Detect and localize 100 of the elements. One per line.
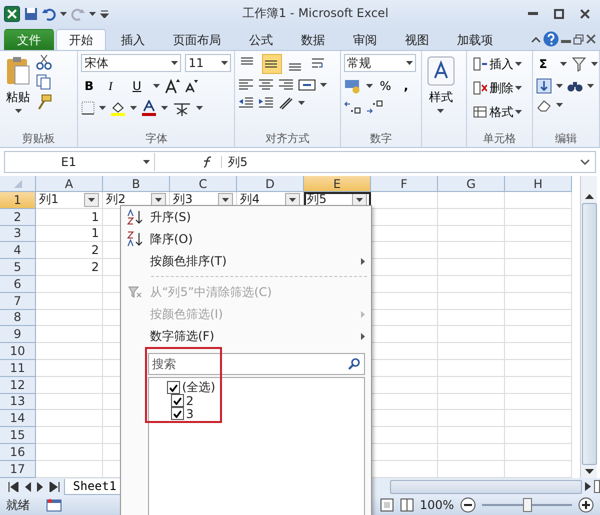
row-header[interactable]: 13 xyxy=(0,394,36,410)
styles-button[interactable]: 样式 xyxy=(424,54,457,115)
page-layout-icon[interactable] xyxy=(380,498,394,512)
copy-icon[interactable] xyxy=(36,74,52,90)
align-center-icon[interactable] xyxy=(258,78,274,92)
ribbon-tab[interactable]: 文件 xyxy=(4,29,54,50)
undo-icon[interactable] xyxy=(42,6,56,20)
percent-button[interactable]: % xyxy=(376,76,397,96)
italic-button[interactable]: I xyxy=(105,76,126,96)
filter-dropdown-button[interactable] xyxy=(352,192,367,207)
ribbon-tab[interactable]: 视图 xyxy=(392,29,442,50)
vertical-align-button[interactable] xyxy=(262,54,282,74)
column-header[interactable]: A xyxy=(36,176,103,192)
row-header[interactable]: 8 xyxy=(0,310,36,326)
text-orientation-icon[interactable] xyxy=(278,96,294,110)
filter-dropdown-button[interactable] xyxy=(84,192,99,207)
ribbon-tab[interactable]: 页面布局 xyxy=(160,29,234,50)
merge-cells-icon[interactable] xyxy=(298,78,316,92)
decrease-decimal-icon[interactable] xyxy=(366,100,384,114)
number-format-field[interactable]: 常规 xyxy=(344,54,416,72)
checkbox[interactable] xyxy=(167,381,180,394)
zoom-slider-thumb[interactable] xyxy=(523,498,532,512)
underline-button[interactable]: U xyxy=(129,76,150,96)
filter-dropdown-button[interactable] xyxy=(218,192,233,207)
ribbon-tab[interactable]: 审阅 xyxy=(340,29,390,50)
shrink-font-icon[interactable] xyxy=(184,79,198,93)
customize-toolbar-icon[interactable] xyxy=(100,10,109,18)
row-header[interactable]: 1 xyxy=(0,192,36,209)
help-icon[interactable] xyxy=(543,31,559,47)
zoom-out-icon[interactable] xyxy=(460,497,476,513)
next-sheet-icon[interactable] xyxy=(36,482,44,492)
sort-filter-icon[interactable] xyxy=(571,56,587,72)
split-handle-icon[interactable] xyxy=(594,480,600,493)
checkbox[interactable] xyxy=(171,394,184,407)
menu-item[interactable]: 降序(O) xyxy=(121,228,371,250)
align-right-icon[interactable] xyxy=(278,78,294,92)
menu-item[interactable]: 升序(S) xyxy=(121,206,371,228)
menu-item[interactable]: 数字筛选(F) xyxy=(121,325,371,347)
scroll-thumb[interactable] xyxy=(582,203,596,465)
checkbox[interactable] xyxy=(171,407,184,420)
row-header[interactable]: 4 xyxy=(0,242,36,260)
insert-cells-button[interactable]: 插入 xyxy=(470,54,526,74)
filter-dropdown-button[interactable] xyxy=(151,192,166,207)
format-cells-button[interactable]: 格式 xyxy=(470,102,526,122)
horizontal-scroll-thumb[interactable] xyxy=(390,480,582,494)
eraser-icon[interactable] xyxy=(536,98,552,112)
row-header[interactable]: 14 xyxy=(0,410,36,428)
macro-record-icon[interactable] xyxy=(46,498,62,512)
row-header[interactable]: 7 xyxy=(0,292,36,310)
column-header[interactable]: B xyxy=(103,176,170,192)
row-header[interactable]: 17 xyxy=(0,460,36,478)
binoculars-icon[interactable] xyxy=(567,79,583,93)
row-header[interactable]: 12 xyxy=(0,376,36,394)
decrease-indent-icon[interactable] xyxy=(238,96,254,110)
page-break-icon[interactable] xyxy=(400,498,414,512)
menu-item[interactable]: 按颜色排序(T) xyxy=(121,250,371,272)
comma-style-button[interactable]: , xyxy=(400,76,421,96)
row-header[interactable]: 6 xyxy=(0,276,36,293)
collapse-ribbon-icon[interactable] xyxy=(531,37,541,43)
column-header[interactable]: G xyxy=(438,176,505,192)
paste-button[interactable]: 粘贴 xyxy=(3,54,33,115)
ribbon-tab[interactable]: 公式 xyxy=(236,29,286,50)
formula-field[interactable]: 列5 xyxy=(222,154,580,170)
row-header[interactable]: 11 xyxy=(0,360,36,377)
scissors-icon[interactable] xyxy=(36,54,52,70)
vertical-scrollbar[interactable] xyxy=(580,176,597,478)
save-icon[interactable] xyxy=(24,6,38,20)
ribbon-tab[interactable]: 插入 xyxy=(108,29,158,50)
format-painter-icon[interactable] xyxy=(36,94,52,110)
align-left-icon[interactable] xyxy=(238,78,254,92)
row-header[interactable]: 10 xyxy=(0,343,36,360)
restore-icon[interactable] xyxy=(573,34,584,45)
last-sheet-icon[interactable] xyxy=(48,482,60,492)
row-header[interactable]: 16 xyxy=(0,444,36,461)
font-size-field[interactable]: 11 xyxy=(185,54,232,72)
autosum-button[interactable]: Σ xyxy=(536,54,556,74)
borders-icon[interactable] xyxy=(81,101,96,115)
ribbon-tab[interactable]: 开始 xyxy=(56,29,106,50)
fill-color-icon[interactable] xyxy=(110,100,126,116)
close-icon[interactable] xyxy=(586,34,596,44)
expand-formula-icon[interactable] xyxy=(580,159,590,165)
previous-sheet-icon[interactable] xyxy=(24,482,32,492)
row-header[interactable]: 3 xyxy=(0,226,36,242)
currency-icon[interactable] xyxy=(344,78,362,94)
column-header[interactable]: F xyxy=(371,176,438,192)
row-header[interactable]: 5 xyxy=(0,259,36,276)
column-header[interactable]: D xyxy=(237,176,304,192)
fill-down-icon[interactable] xyxy=(536,78,552,94)
ribbon-tab[interactable]: 加载项 xyxy=(444,29,506,50)
font-name-field[interactable]: 宋体 xyxy=(81,54,182,72)
name-box[interactable]: E1 xyxy=(5,153,155,171)
font-color-icon[interactable] xyxy=(141,100,158,116)
ribbon-tab[interactable]: 数据 xyxy=(288,29,338,50)
search-field[interactable]: 搜索 xyxy=(148,353,365,375)
zoom-level-text[interactable]: 100% xyxy=(420,498,454,512)
increase-indent-icon[interactable] xyxy=(258,96,274,110)
column-header[interactable]: E xyxy=(304,176,371,192)
row-header[interactable]: 9 xyxy=(0,326,36,344)
filter-dropdown-button[interactable] xyxy=(285,192,300,207)
delete-cells-button[interactable]: 删除 xyxy=(470,78,526,98)
